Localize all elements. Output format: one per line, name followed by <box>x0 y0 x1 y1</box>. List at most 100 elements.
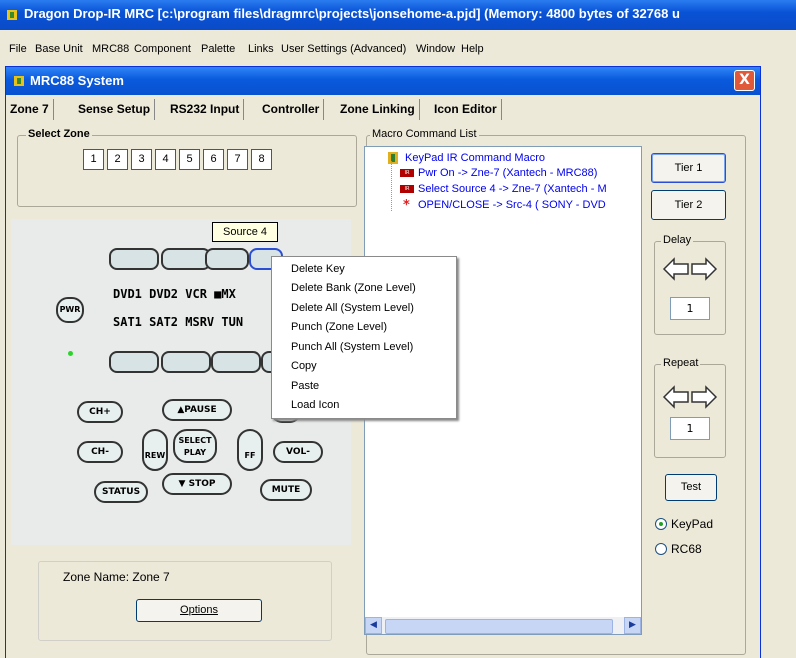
delay-value[interactable]: 1 <box>670 297 710 320</box>
repeat-group: Repeat 1 <box>654 357 726 458</box>
select-zone-group: Select Zone 1 2 3 4 5 6 7 8 <box>17 128 357 207</box>
menu-delete-key[interactable]: Delete Key <box>291 263 345 275</box>
close-icon: X <box>739 72 750 88</box>
rew-button[interactable]: REW <box>142 429 168 471</box>
menu-copy[interactable]: Copy <box>291 360 317 372</box>
delay-arrows-icon[interactable] <box>662 257 718 281</box>
keypad-radio[interactable]: KeyPad <box>655 516 727 532</box>
select-zone-label: Select Zone <box>26 128 92 140</box>
menu-delete-all[interactable]: Delete All (System Level) <box>291 302 414 314</box>
repeat-value[interactable]: 1 <box>670 417 710 440</box>
menu-delete-bank[interactable]: Delete Bank (Zone Level) <box>291 282 416 294</box>
tab-zone-linking[interactable]: Zone Linking <box>336 99 420 120</box>
scroll-left-icon[interactable]: ◀ <box>365 617 382 634</box>
menu-punch-all[interactable]: Punch All (System Level) <box>291 341 413 353</box>
keypad-top-key-3[interactable] <box>205 248 249 270</box>
delay-label: Delay <box>661 234 694 246</box>
horizontal-scrollbar[interactable]: ◀ ▶ <box>365 617 641 634</box>
ir-command-icon: IR <box>400 185 414 193</box>
menu-palette[interactable]: Palette <box>201 43 235 55</box>
rc68-radio[interactable]: RC68 <box>655 541 727 557</box>
tier-1-button[interactable]: Tier 1 <box>651 153 726 183</box>
window-title: MRC88 System <box>30 73 124 88</box>
zone-button-2[interactable]: 2 <box>107 149 128 170</box>
close-button[interactable]: X <box>734 70 755 91</box>
zone-button-7[interactable]: 7 <box>227 149 248 170</box>
tab-icon-editor[interactable]: Icon Editor <box>430 99 502 120</box>
tab-sense-setup[interactable]: Sense Setup <box>74 99 156 120</box>
menu-component[interactable]: Component <box>134 43 191 55</box>
app-title-bar: Dragon Drop-IR MRC [c:\program files\dra… <box>0 0 796 30</box>
menu-user-settings[interactable]: User Settings (Advanced) <box>281 43 406 55</box>
options-button[interactable]: Options <box>136 599 262 622</box>
menu-mrc88[interactable]: MRC88 <box>92 43 129 55</box>
keypad-top-key-1[interactable] <box>109 248 159 270</box>
ir-command-icon: IR <box>400 169 414 177</box>
keypad-top-key-2[interactable] <box>161 248 211 270</box>
macro-root-node[interactable]: KeyPad IR Command Macro <box>405 152 545 164</box>
macro-item-3[interactable]: OPEN/CLOSE -> Src-4 ( SONY - DVD <box>418 199 606 211</box>
tree-line <box>391 161 393 211</box>
zone-button-3[interactable]: 3 <box>131 149 152 170</box>
delay-group: Delay 1 <box>654 234 726 335</box>
ch-down-button[interactable]: CH- <box>77 441 123 463</box>
scrollbar-thumb[interactable] <box>385 619 613 634</box>
led-indicator <box>68 351 73 356</box>
macro-item-1[interactable]: Pwr On -> Zne-7 (Xantech - MRC88) <box>418 167 597 179</box>
menu-window[interactable]: Window <box>416 43 455 55</box>
lcd-row-1: DVD1 DVD2 VCR ■MX <box>113 287 236 301</box>
tier-2-button[interactable]: Tier 2 <box>651 190 726 220</box>
keypad-radio-label: KeyPad <box>671 517 714 531</box>
zone-button-4[interactable]: 4 <box>155 149 176 170</box>
status-button[interactable]: STATUS <box>94 481 148 503</box>
macro-command-label: Macro Command List <box>370 128 479 140</box>
keypad-bottom-key-2[interactable] <box>161 351 211 373</box>
rc68-radio-label: RC68 <box>671 542 702 556</box>
menu-punch[interactable]: Punch (Zone Level) <box>291 321 387 333</box>
mute-button[interactable]: MUTE <box>260 479 312 501</box>
dragon-window-icon <box>14 76 24 86</box>
tab-zone-7[interactable]: Zone 7 <box>6 99 54 120</box>
repeat-arrows-icon[interactable] <box>662 385 718 409</box>
play-label: PLAY <box>183 448 207 457</box>
lcd-row-2: SAT1 SAT2 MSRV TUN <box>113 315 244 329</box>
keypad-bottom-key-3[interactable] <box>211 351 261 373</box>
keypad-macro-icon <box>388 152 398 164</box>
menu-bar: File Base Unit MRC88 Component Palette L… <box>0 30 796 56</box>
asterisk-icon: * <box>403 198 410 213</box>
zone-button-8[interactable]: 8 <box>251 149 272 170</box>
macro-item-2[interactable]: Select Source 4 -> Zne-7 (Xantech - M <box>418 183 607 195</box>
stop-button[interactable]: ▼ STOP <box>162 473 232 495</box>
window-title-bar[interactable]: MRC88 System X <box>6 67 760 95</box>
zone-button-6[interactable]: 6 <box>203 149 224 170</box>
menu-load-icon[interactable]: Load Icon <box>291 399 339 411</box>
repeat-label: Repeat <box>661 357 701 369</box>
radio-selected-icon <box>655 518 667 530</box>
dragon-app-icon <box>7 10 17 20</box>
pause-button[interactable]: ▲PAUSE <box>162 399 232 421</box>
context-menu: Delete Key Delete Bank (Zone Level) Dele… <box>271 256 457 419</box>
scroll-right-icon[interactable]: ▶ <box>624 617 641 634</box>
zone-name-group: Zone Name: Zone 7 Options <box>38 561 332 641</box>
zone-button-1[interactable]: 1 <box>83 149 104 170</box>
tab-rs232-input[interactable]: RS232 Input <box>166 99 245 120</box>
zone-button-5[interactable]: 5 <box>179 149 200 170</box>
ff-button[interactable]: FF <box>237 429 263 471</box>
menu-links[interactable]: Links <box>248 43 274 55</box>
tab-controller[interactable]: Controller <box>258 99 325 120</box>
source-tooltip: Source 4 <box>212 222 278 242</box>
radio-unselected-icon <box>655 543 667 555</box>
ch-up-button[interactable]: CH+ <box>77 401 123 423</box>
vol-down-button[interactable]: VOL- <box>273 441 323 463</box>
menu-help[interactable]: Help <box>461 43 484 55</box>
app-title: Dragon Drop-IR MRC [c:\program files\dra… <box>24 6 680 21</box>
zone-name-text: Zone Name: Zone 7 <box>63 570 170 584</box>
test-button[interactable]: Test <box>665 474 717 501</box>
menu-base-unit[interactable]: Base Unit <box>35 43 83 55</box>
menu-paste[interactable]: Paste <box>291 380 319 392</box>
tab-bar: Zone 7 Sense Setup RS232 Input Controlle… <box>6 99 760 121</box>
keypad-bottom-key-1[interactable] <box>109 351 159 373</box>
select-play-button[interactable]: SELECT PLAY <box>173 429 217 463</box>
pwr-button[interactable]: PWR <box>56 297 84 323</box>
menu-file[interactable]: File <box>9 43 27 55</box>
